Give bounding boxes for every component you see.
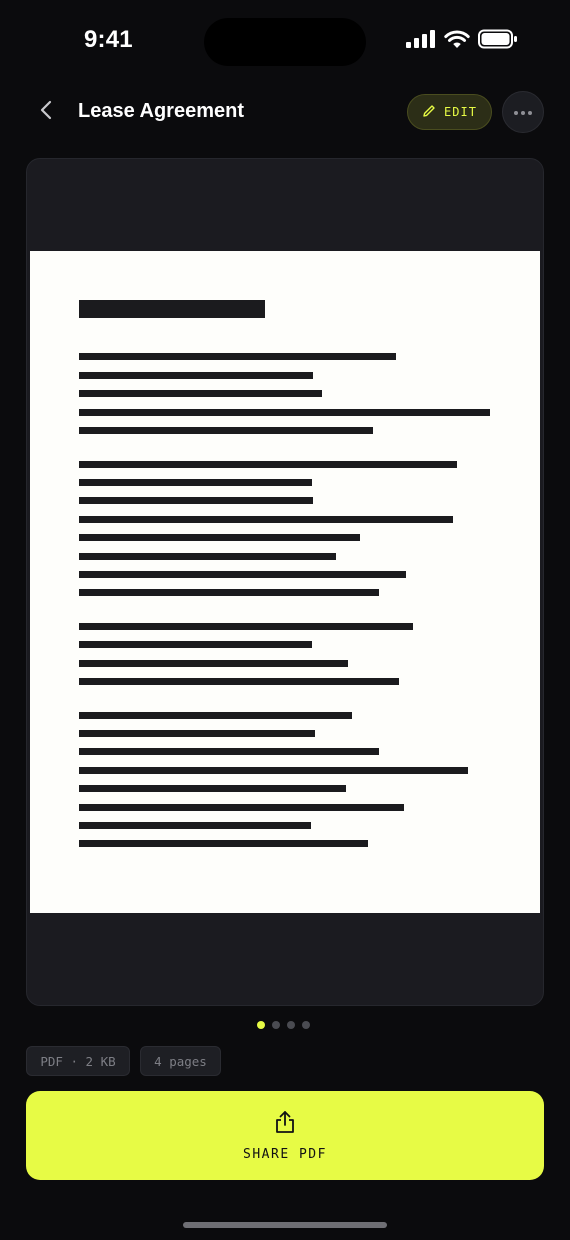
pdf-preview[interactable] (26, 158, 544, 1006)
dynamic-island (204, 18, 366, 66)
page-title: Lease Agreement (78, 100, 244, 122)
home-indicator[interactable] (183, 1222, 387, 1228)
edit-button[interactable]: EDIT (407, 94, 492, 130)
wifi-icon (444, 30, 470, 54)
pencil-icon (422, 104, 436, 121)
page-indicator (257, 1021, 310, 1029)
cellular-signal-icon (406, 30, 436, 53)
page-dot-1[interactable] (257, 1021, 265, 1029)
share-icon (274, 1110, 296, 1139)
status-time: 9:41 (84, 26, 133, 53)
file-info-badge: PDF · 2 KB (26, 1046, 130, 1076)
status-icons (406, 29, 518, 54)
battery-icon (478, 29, 518, 54)
back-button[interactable] (30, 96, 62, 128)
page-dot-2[interactable] (272, 1021, 280, 1029)
share-pdf-button[interactable]: SHARE PDF (26, 1091, 544, 1180)
pdf-page-thumbnail (30, 251, 540, 913)
pdf-heading-placeholder (79, 300, 265, 318)
page-dot-4[interactable] (302, 1021, 310, 1029)
ellipsis-icon (513, 103, 533, 121)
page-dot-3[interactable] (287, 1021, 295, 1029)
share-pdf-label: SHARE PDF (243, 1146, 327, 1162)
page-count-badge: 4 pages (140, 1046, 221, 1076)
more-options-button[interactable] (502, 91, 544, 133)
chevron-left-icon (39, 100, 53, 125)
edit-button-label: EDIT (444, 105, 477, 119)
